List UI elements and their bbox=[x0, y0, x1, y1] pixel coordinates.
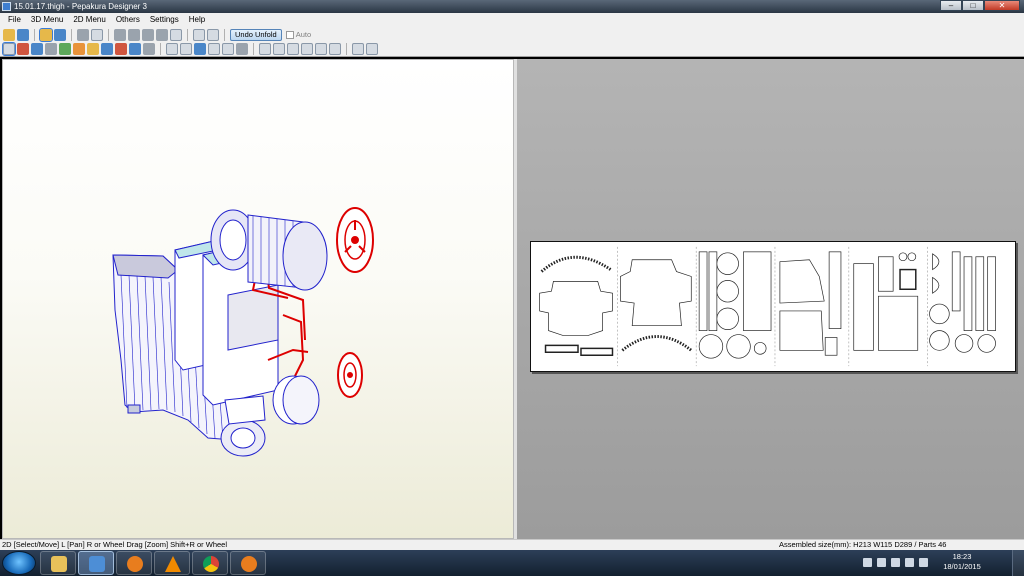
edge-tool-icon[interactable] bbox=[17, 43, 29, 55]
flip-icon[interactable] bbox=[91, 28, 103, 41]
rotate-icon[interactable] bbox=[77, 28, 89, 41]
menu-2d[interactable]: 2D Menu bbox=[68, 13, 110, 27]
save-icon[interactable] bbox=[17, 28, 29, 41]
split-view-icon[interactable] bbox=[207, 28, 219, 41]
properties-icon[interactable] bbox=[236, 43, 248, 55]
auto-checkbox[interactable]: Auto bbox=[285, 30, 312, 39]
taskbar-app-chrome[interactable] bbox=[192, 551, 228, 575]
menu-settings[interactable]: Settings bbox=[145, 13, 184, 27]
align-right-icon[interactable] bbox=[287, 43, 299, 55]
rotate-left-icon[interactable] bbox=[352, 43, 364, 55]
3d-model-render[interactable] bbox=[3, 60, 515, 540]
pepakura-icon bbox=[89, 556, 105, 572]
fold-icon[interactable] bbox=[170, 28, 182, 41]
layout-icon[interactable] bbox=[222, 43, 234, 55]
zoom-fit-icon[interactable] bbox=[166, 43, 178, 55]
taskbar-app-explorer[interactable] bbox=[40, 551, 76, 575]
assembled-size-text: Assembled size(mm): H213 W115 D289 / Par… bbox=[779, 540, 947, 549]
menu-others[interactable]: Others bbox=[111, 13, 145, 27]
toolbar-separator bbox=[187, 28, 188, 41]
redo-icon[interactable] bbox=[143, 43, 155, 55]
move-icon[interactable] bbox=[45, 43, 57, 55]
toolbar-separator bbox=[34, 28, 35, 41]
blender-icon bbox=[241, 556, 257, 572]
align-left-icon[interactable] bbox=[259, 43, 271, 55]
flag-icon[interactable] bbox=[877, 558, 886, 567]
close-button[interactable]: ✕ bbox=[984, 0, 1020, 11]
cylinder-icon[interactable] bbox=[128, 28, 140, 41]
toolbar-separator bbox=[108, 28, 109, 41]
align-bottom-icon[interactable] bbox=[329, 43, 341, 55]
minimize-button[interactable]: – bbox=[940, 0, 962, 11]
page-icon[interactable] bbox=[208, 43, 220, 55]
open-icon[interactable] bbox=[3, 28, 15, 41]
toolbar-separator bbox=[224, 28, 225, 41]
toolbar-separator bbox=[160, 43, 161, 55]
align-middle-icon[interactable] bbox=[315, 43, 327, 55]
bulb-icon[interactable] bbox=[39, 27, 53, 42]
toolbar-separator bbox=[346, 43, 347, 55]
network-icon[interactable] bbox=[891, 558, 900, 567]
undo-unfold-button[interactable]: Undo Unfold bbox=[230, 28, 282, 41]
volume-icon[interactable] bbox=[919, 558, 928, 567]
menu-3d[interactable]: 3D Menu bbox=[26, 13, 68, 27]
blender-icon bbox=[127, 556, 143, 572]
print-icon[interactable] bbox=[194, 43, 206, 55]
display-icon[interactable] bbox=[101, 43, 113, 55]
toolbar-separator bbox=[253, 43, 254, 55]
cut-icon[interactable] bbox=[115, 43, 127, 55]
flap-icon[interactable] bbox=[73, 43, 85, 55]
menu-bar: File 3D Menu 2D Menu Others Settings Hel… bbox=[0, 13, 1024, 27]
window-title: 15.01.17.thigh - Pepakura Designer 3 bbox=[14, 2, 147, 11]
grid-icon[interactable] bbox=[31, 43, 43, 55]
2d-paper-sheet[interactable] bbox=[530, 241, 1016, 372]
show-desktop-button[interactable] bbox=[1012, 550, 1024, 576]
monitor-icon[interactable] bbox=[905, 558, 914, 567]
align-top-icon[interactable] bbox=[301, 43, 313, 55]
single-view-icon[interactable] bbox=[193, 28, 205, 41]
start-button[interactable] bbox=[2, 551, 36, 575]
menu-help[interactable]: Help bbox=[184, 13, 210, 27]
taskbar: 18:23 18/01/2015 bbox=[0, 550, 1024, 576]
undo-icon[interactable] bbox=[129, 43, 141, 55]
taskbar-app-blender[interactable] bbox=[116, 551, 152, 575]
anchor-icon[interactable] bbox=[142, 28, 154, 41]
clock-time: 18:23 bbox=[952, 552, 972, 561]
chrome-icon bbox=[203, 556, 219, 572]
menu-file[interactable]: File bbox=[3, 13, 26, 27]
clock[interactable]: 18:23 18/01/2015 bbox=[934, 552, 990, 572]
file-explorer-icon bbox=[51, 556, 67, 572]
edit-toolbar bbox=[0, 42, 1024, 57]
auto-checkbox-box[interactable] bbox=[285, 30, 294, 39]
cube-icon[interactable] bbox=[54, 28, 66, 41]
taskbar-app-blender-2[interactable] bbox=[230, 551, 266, 575]
arrange-icon[interactable] bbox=[180, 43, 192, 55]
unfolded-parts-layout[interactable] bbox=[531, 242, 1015, 371]
pencil-icon[interactable] bbox=[114, 28, 126, 41]
taskbar-app-pepakura[interactable] bbox=[78, 551, 114, 575]
clock-date: 18/01/2015 bbox=[943, 562, 981, 571]
join-icon[interactable] bbox=[59, 43, 71, 55]
select-tool-icon[interactable] bbox=[2, 42, 16, 56]
toolbar-separator bbox=[71, 28, 72, 41]
3d-view[interactable] bbox=[2, 59, 514, 539]
status-bar: 2D [Select/Move] L [Pan] R or Wheel Drag… bbox=[0, 539, 1024, 550]
tray-expand-icon[interactable] bbox=[863, 558, 872, 567]
window-controls: – □ ✕ bbox=[940, 0, 1020, 12]
vlc-icon bbox=[165, 556, 181, 572]
pepakura-app-icon bbox=[2, 2, 11, 11]
taskbar-app-vlc[interactable] bbox=[154, 551, 190, 575]
maximize-button[interactable]: □ bbox=[962, 0, 984, 11]
rotate-right-icon[interactable] bbox=[366, 43, 378, 55]
auto-checkbox-label: Auto bbox=[295, 30, 312, 39]
align-center-icon[interactable] bbox=[273, 43, 285, 55]
main-toolbar: Undo Unfold Auto bbox=[0, 27, 1024, 42]
title-bar: 15.01.17.thigh - Pepakura Designer 3 – □… bbox=[0, 0, 1024, 13]
edge-icon[interactable] bbox=[156, 28, 168, 41]
status-hint-text: 2D [Select/Move] L [Pan] R or Wheel Drag… bbox=[2, 540, 228, 549]
texture-icon[interactable] bbox=[87, 43, 99, 55]
